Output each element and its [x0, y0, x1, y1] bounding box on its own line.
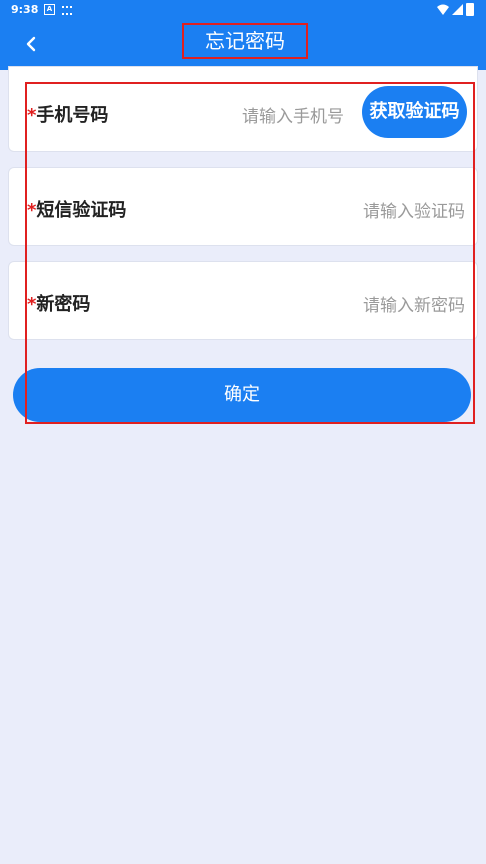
new-password-row: *新密码 请输入新密码 — [8, 261, 478, 340]
page-title: 忘记密码 — [182, 23, 308, 59]
new-password-input[interactable]: 请输入新密码 — [363, 291, 465, 316]
back-button[interactable] — [18, 31, 44, 57]
a-icon: A — [44, 4, 55, 15]
new-password-label: *新密码 — [27, 290, 90, 316]
sms-code-input[interactable]: 请输入验证码 — [363, 197, 465, 222]
required-star: * — [27, 105, 37, 126]
sms-code-row: *短信验证码 请输入验证码 — [8, 167, 478, 246]
phone-label-text: 手机号码 — [36, 105, 109, 126]
chevron-left-icon — [26, 36, 36, 52]
sms-code-label-text: 短信验证码 — [36, 200, 127, 221]
header-bar: 忘记密码 — [0, 20, 486, 70]
battery-icon — [466, 3, 474, 16]
phone-label: *手机号码 — [27, 101, 108, 127]
get-code-button[interactable]: 获取验证码 — [362, 86, 467, 138]
confirm-button[interactable]: 确定 — [13, 368, 471, 422]
required-star: * — [27, 294, 37, 315]
required-star: * — [27, 200, 37, 221]
sms-code-label: *短信验证码 — [27, 196, 126, 222]
cell-signal-icon — [452, 4, 463, 15]
phone-row: *手机号码 请输入手机号 获取验证码 — [8, 66, 478, 152]
new-password-label-text: 新密码 — [36, 294, 91, 315]
status-bar: 9:38 A — [0, 0, 486, 20]
phone-input[interactable]: 请输入手机号 — [242, 102, 344, 127]
wifi-icon — [437, 4, 449, 15]
signal-dots-icon — [62, 6, 72, 15]
status-time: 9:38 — [11, 3, 39, 16]
